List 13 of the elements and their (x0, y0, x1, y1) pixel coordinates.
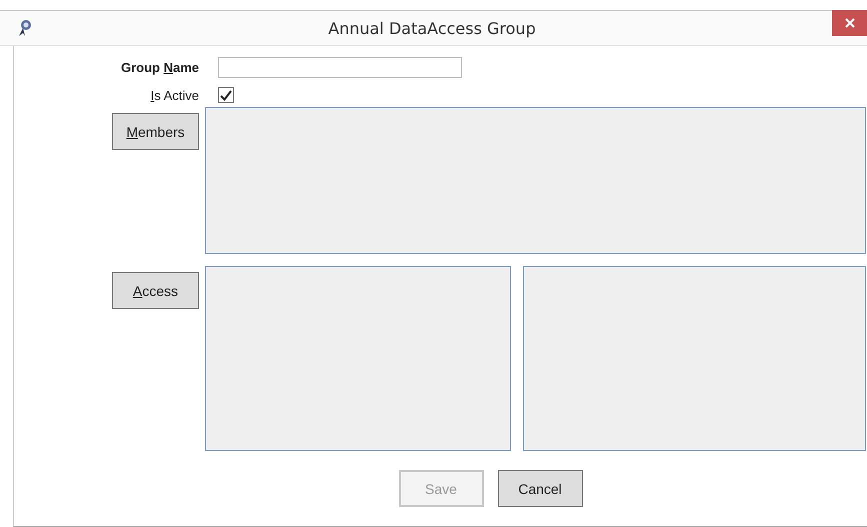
access-button[interactable]: Access (112, 272, 199, 309)
members-button[interactable]: Members (112, 113, 199, 150)
access-list[interactable] (205, 266, 511, 451)
access-list[interactable] (523, 266, 866, 451)
group-name-field[interactable] (218, 57, 462, 78)
app-icon (17, 19, 33, 37)
close-icon (844, 18, 854, 28)
is-active-label: Is Active (150, 88, 199, 102)
window-title: Annual DataAccess Group (327, 18, 537, 38)
group-name-label: Group Name (120, 60, 199, 75)
cancel-button[interactable]: Cancel (498, 470, 582, 507)
is-active-checkbox[interactable] (218, 87, 234, 103)
close-button[interactable] (832, 10, 867, 36)
